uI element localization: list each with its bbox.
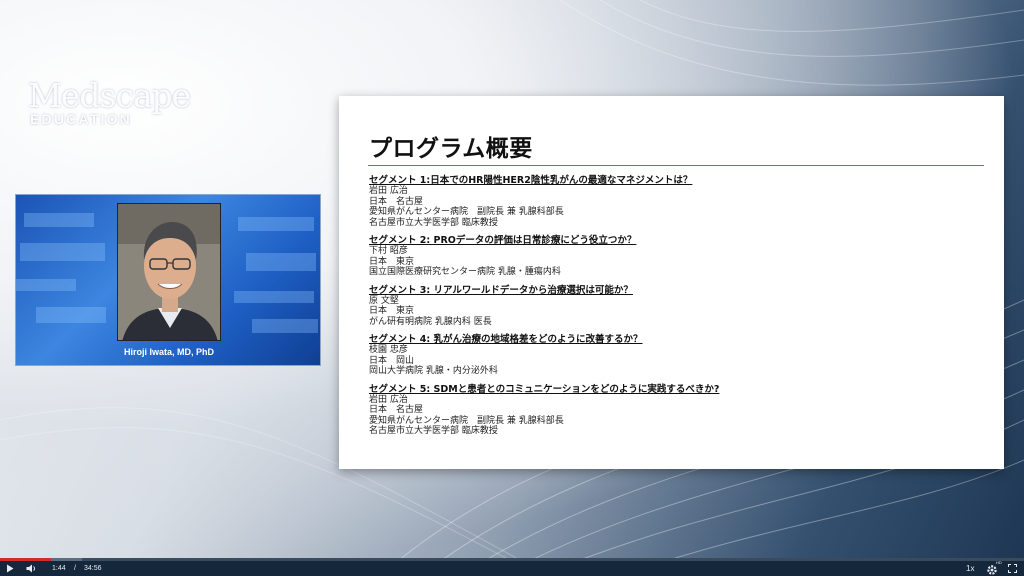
speaker-video: Hiroji Iwata, MD, PhD — [15, 194, 321, 366]
segment-title: セグメント 4: 乳がん治療の地域格差をどのように改善するか？ — [369, 334, 643, 345]
progress-bar[interactable] — [0, 558, 1024, 561]
fullscreen-icon — [1008, 564, 1017, 573]
segment-title: セグメント 2: PROデータの評価は日常診療にどう役立つか？ — [369, 235, 637, 246]
segment-affiliation: 国立国際医療研究センター病院 乳腺・腫瘍内科 — [369, 267, 561, 277]
presentation-slide: プログラム概要 セグメント 1:日本でのHR陽性HER2陰性乳がんの最適なマネジ… — [339, 96, 1004, 469]
segment-location: 日本 東京 — [369, 256, 415, 267]
segment-4: セグメント 4: 乳がん治療の地域格差をどのように改善するか？ 枝園 忠彦 日本… — [369, 334, 989, 377]
time-separator: / — [74, 565, 76, 572]
segment-location: 日本 名古屋 — [369, 405, 424, 415]
segment-presenter-name: 原 文堅 — [369, 295, 399, 306]
play-icon — [7, 564, 14, 573]
segment-title: セグメント 1:日本でのHR陽性HER2陰性乳がんの最適なマネジメントは？ — [369, 175, 693, 186]
segment-5: セグメント 5: SDMと患者とのコミュニケーションをどのように実践するべきか?… — [369, 384, 989, 437]
segment-list: セグメント 1:日本でのHR陽性HER2陰性乳がんの最適なマネジメントは？ 岩田… — [369, 175, 989, 444]
playback-speed-button[interactable]: 1x — [966, 561, 974, 576]
segment-2: セグメント 2: PROデータの評価は日常診療にどう役立つか？ 下村 昭彦 日本… — [369, 235, 989, 278]
segment-3: セグメント 3: リアルワールドデータから治療選択は可能か？ 原 文堅 日本 東… — [369, 285, 989, 328]
play-button[interactable] — [6, 561, 18, 576]
segment-presenter-name: 下村 昭彦 — [369, 246, 408, 256]
duration: 34:56 — [84, 565, 102, 572]
segment-title: セグメント 3: リアルワールドデータから治療選択は可能か？ — [369, 284, 633, 296]
current-time: 1:44 — [52, 565, 66, 572]
segment-location: 日本 名古屋 — [369, 196, 424, 207]
logo-wordmark: Medscape — [28, 76, 191, 115]
volume-button[interactable] — [26, 561, 38, 576]
speaker-portrait — [117, 203, 221, 341]
segment-affiliation: がん研有明病院 乳腺内科 医長 — [369, 316, 492, 327]
medscape-education-logo: Medscape EDUCATION — [28, 76, 191, 127]
segment-presenter-name: 枝園 忠彦 — [369, 345, 408, 355]
video-player-controls: 1:44 / 34:56 1x HD — [0, 558, 1024, 576]
segment-presenter-name: 岩田 広治 — [369, 186, 408, 196]
slide-title: プログラム概要 — [369, 136, 533, 162]
segment-location: 日本 東京 — [369, 306, 415, 316]
segment-affiliation: 名古屋市立大学医学部 臨床教授 — [369, 426, 498, 436]
segment-location: 日本 岡山 — [369, 355, 415, 366]
segment-affiliation: 名古屋市立大学医学部 臨床教授 — [369, 217, 498, 228]
fullscreen-button[interactable] — [1008, 561, 1020, 576]
volume-icon — [26, 564, 36, 573]
segment-title: セグメント 5: SDMと患者とのコミュニケーションをどのように実践するべきか? — [369, 383, 720, 395]
segment-affiliation: 岡山大学病院 乳腺・内分泌外科 — [369, 366, 498, 376]
hd-badge: HD — [996, 560, 1002, 565]
slide-title-divider — [368, 165, 984, 166]
segment-affiliation: 愛知県がんセンター病院 副院長 兼 乳腺科部長 — [369, 415, 564, 426]
speaker-name-caption: Hiroji Iwata, MD, PhD — [123, 347, 214, 357]
segment-affiliation: 愛知県がんセンター病院 副院長 兼 乳腺科部長 — [369, 207, 564, 217]
segment-1: セグメント 1:日本でのHR陽性HER2陰性乳がんの最適なマネジメントは？ 岩田… — [369, 175, 989, 228]
segment-presenter-name: 岩田 広治 — [369, 394, 408, 405]
